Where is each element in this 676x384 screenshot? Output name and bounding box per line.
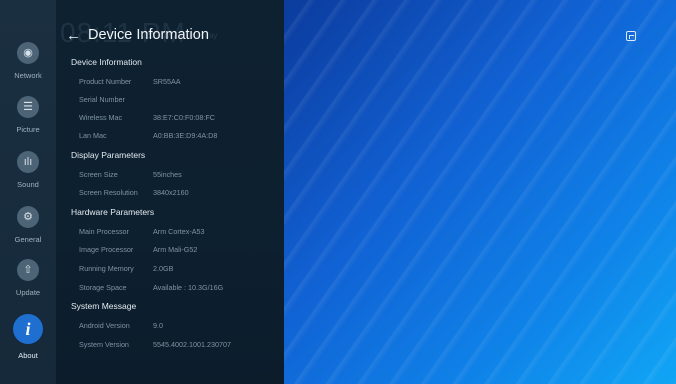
arrow-left-icon[interactable]: ← <box>66 27 81 44</box>
row-label: Lan Mac <box>79 131 107 140</box>
settings-nav-rail: ◉ Network ☰ Picture ılı Sound ⚙ General … <box>0 0 56 384</box>
row-label: Storage Space <box>79 283 127 292</box>
row-label: Android Version <box>79 321 130 330</box>
row-label: Product Number <box>79 77 132 86</box>
page-title: Device Information <box>88 27 209 43</box>
row-value: 3840x2160 <box>153 188 189 197</box>
info-row-serial-number: Serial Number <box>79 95 125 104</box>
info-row-main-processor: Main Processor Arm Cortex-A53 <box>79 227 205 236</box>
general-settings-icon: ⚙ <box>17 206 39 228</box>
nav-label-network: Network <box>14 71 42 80</box>
row-label: Main Processor <box>79 227 129 236</box>
equalizer-icon: ılı <box>17 151 39 173</box>
info-row-android-version: Android Version 9.0 <box>79 321 163 330</box>
nav-label-about: About <box>18 351 38 360</box>
nav-label-sound: Sound <box>17 180 39 189</box>
row-label: Screen Size <box>79 170 118 179</box>
info-row-wireless-mac: Wireless Mac 38:E7:C0:F0:08:FC <box>79 113 215 122</box>
section-title-display: Display Parameters <box>71 150 146 160</box>
info-row-lan-mac: Lan Mac A0:BB:3E:D9:4A:D8 <box>79 131 217 140</box>
row-value: 55inches <box>153 170 182 179</box>
section-title-hardware: Hardware Parameters <box>71 207 155 217</box>
row-value: A0:BB:3E:D9:4A:D8 <box>153 131 218 140</box>
page-header: ← Device Information <box>66 26 209 44</box>
info-row-storage-space: Storage Space Available : 10.3G/16G <box>79 283 223 292</box>
screen-expand-icon[interactable] <box>626 31 636 41</box>
info-row-screen-size: Screen Size 55inches <box>79 170 182 179</box>
nav-label-update: Update <box>15 288 41 297</box>
nav-label-general: General <box>14 235 42 244</box>
nav-label-picture: Picture <box>16 125 40 134</box>
sliders-icon: ☰ <box>17 96 39 118</box>
info-row-product-number: Product Number SR55AA <box>79 77 181 86</box>
row-label: Serial Number <box>79 95 125 104</box>
nav-item-picture[interactable]: ☰ Picture <box>0 96 56 134</box>
row-value: 5545.4002.1001.230707 <box>153 340 231 349</box>
info-icon: i <box>13 314 43 344</box>
update-arrow-icon: ⇧ <box>17 259 39 281</box>
nav-item-general[interactable]: ⚙ General <box>0 206 56 244</box>
info-row-running-memory: Running Memory 2.0GB <box>79 264 173 273</box>
nav-item-about[interactable]: i About <box>0 314 56 360</box>
row-value: Arm Mali-G52 <box>153 245 198 254</box>
row-value: 2.0GB <box>153 264 174 273</box>
row-value: 9.0 <box>153 321 163 330</box>
settings-panel: ◉ Network ☰ Picture ılı Sound ⚙ General … <box>0 0 284 384</box>
section-title-system: System Message <box>71 301 137 311</box>
row-label: Running Memory <box>79 264 134 273</box>
nav-item-network[interactable]: ◉ Network <box>0 42 56 80</box>
info-row-system-version: System Version 5545.4002.1001.230707 <box>79 340 231 349</box>
row-value: 38:E7:C0:F0:08:FC <box>153 113 215 122</box>
info-row-screen-resolution: Screen Resolution 3840x2160 <box>79 188 189 197</box>
nav-item-sound[interactable]: ılı Sound <box>0 151 56 189</box>
row-value: Available : 10.3G/16G <box>153 283 224 292</box>
wifi-icon: ◉ <box>17 42 39 64</box>
nav-item-update[interactable]: ⇧ Update <box>0 259 56 297</box>
row-label: Wireless Mac <box>79 113 123 122</box>
row-label: Image Processor <box>79 245 134 254</box>
row-label: System Version <box>79 340 129 349</box>
section-title-device: Device Information <box>71 57 142 67</box>
row-value: Arm Cortex-A53 <box>153 227 205 236</box>
row-value: SR55AA <box>153 77 181 86</box>
info-row-image-processor: Image Processor Arm Mali-G52 <box>79 245 197 254</box>
row-label: Screen Resolution <box>79 188 138 197</box>
